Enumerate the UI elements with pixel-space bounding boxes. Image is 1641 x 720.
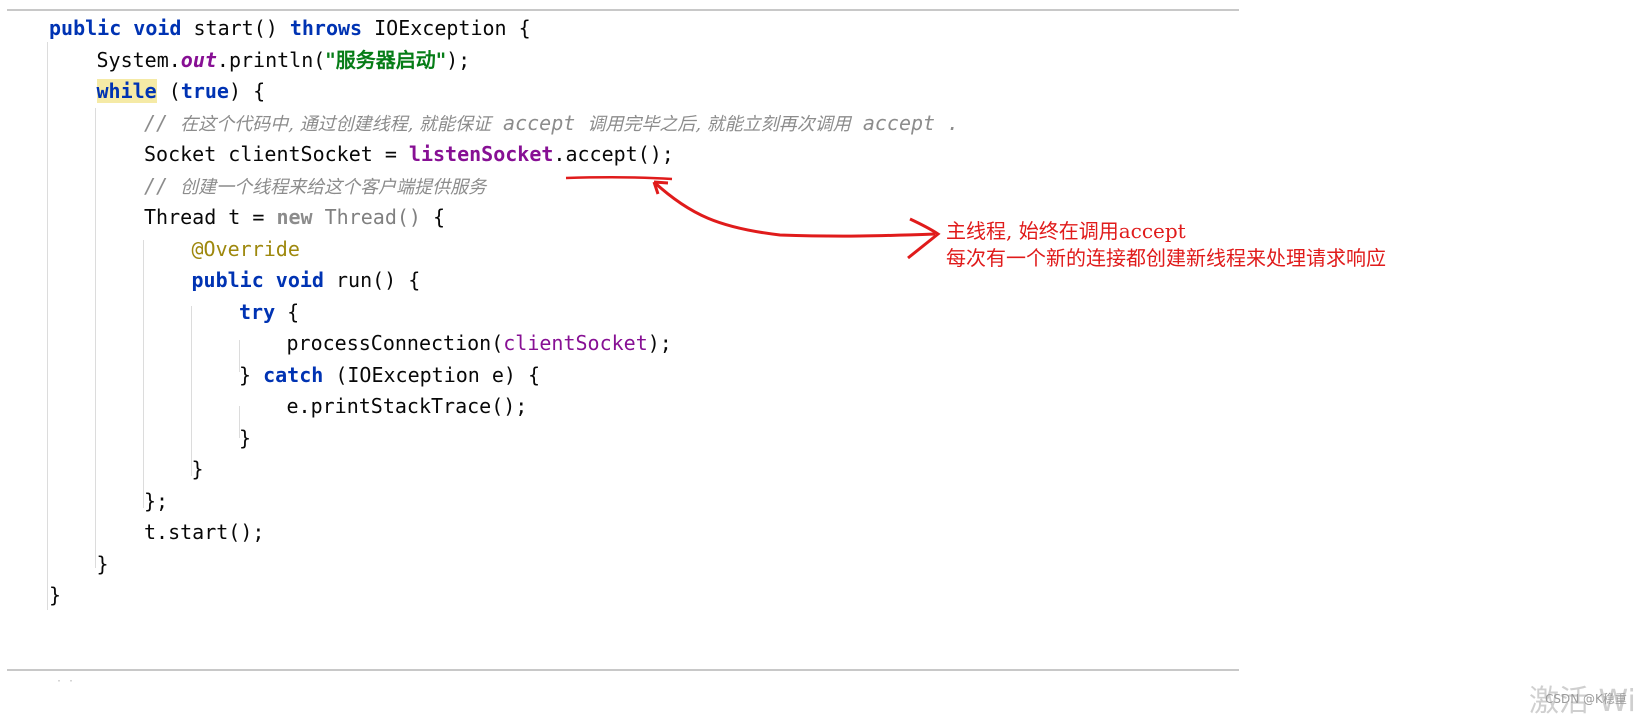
annotation-line-new-thread: 每次有一个新的连接都创建新线程来处理请求响应 (946, 246, 1386, 270)
accept-underline (565, 176, 673, 181)
annotation-line-main-thread: 主线程, 始终在调用accept (946, 219, 1186, 243)
annotation-text: 主线程, 始终在调用accept 每次有一个新的连接都创建新线程来处理请求响应 (946, 218, 1386, 272)
annotation-arrow (565, 176, 941, 260)
arrow-curve (652, 180, 936, 238)
csdn-watermark: CSDN @K稳重 (1545, 692, 1627, 706)
stray-mark: · · (56, 676, 75, 687)
arrowhead-right (907, 217, 941, 260)
